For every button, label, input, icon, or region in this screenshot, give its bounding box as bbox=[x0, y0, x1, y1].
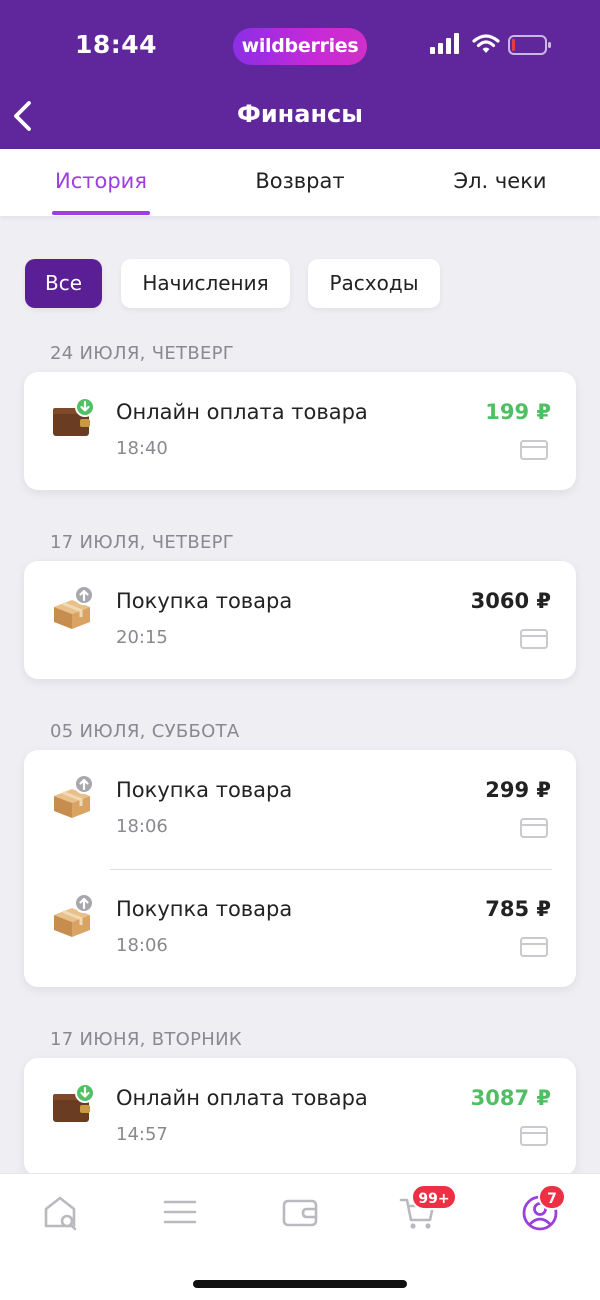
credit-card-icon bbox=[520, 937, 548, 957]
transaction-title: Онлайн оплата товара bbox=[116, 400, 368, 424]
brand-logo: wildberries bbox=[233, 28, 367, 65]
transaction-row[interactable]: Покупка товара 18:06 299 ₽ bbox=[24, 750, 576, 868]
date-header: 05 ИЮЛЯ, СУББОТА bbox=[50, 721, 240, 742]
battery-icon bbox=[508, 35, 551, 55]
transaction-card: Покупка товара 20:15 3060 ₽ bbox=[24, 561, 576, 679]
transaction-amount: 3060 ₽ bbox=[470, 589, 551, 613]
date-header: 17 ИЮНЯ, ВТОРНИК bbox=[50, 1029, 242, 1050]
wallet-download-icon bbox=[53, 1083, 95, 1122]
transaction-time: 18:06 bbox=[116, 935, 168, 956]
transaction-time: 18:06 bbox=[116, 816, 168, 837]
transaction-amount: 785 ₽ bbox=[485, 897, 551, 921]
transaction-amount: 3087 ₽ bbox=[470, 1086, 551, 1110]
transaction-title: Покупка товара bbox=[116, 589, 293, 613]
transaction-title: Покупка товара bbox=[116, 778, 293, 802]
menu-icon[interactable] bbox=[160, 1192, 200, 1232]
filter-expenses[interactable]: Расходы bbox=[308, 259, 440, 308]
transaction-card: Онлайн оплата товара 18:40 199 ₽ bbox=[24, 372, 576, 490]
credit-card-icon bbox=[520, 440, 548, 460]
transaction-time: 18:40 bbox=[116, 438, 168, 459]
credit-card-icon bbox=[520, 629, 548, 649]
transaction-card: Онлайн оплата товара 14:57 3087 ₽ bbox=[24, 1058, 576, 1176]
app-header: 18:44 wildberries Финансы bbox=[0, 0, 600, 149]
credit-card-icon bbox=[520, 818, 548, 838]
credit-card-icon bbox=[520, 1126, 548, 1146]
signal-icon bbox=[430, 33, 459, 54]
filter-all[interactable]: Все bbox=[25, 259, 102, 308]
transaction-row[interactable]: Онлайн оплата товара 14:57 3087 ₽ bbox=[24, 1058, 576, 1176]
wallet-icon[interactable] bbox=[280, 1192, 320, 1232]
tab-bar: История Возврат Эл. чеки bbox=[0, 149, 600, 216]
cart-badge: 99+ bbox=[411, 1184, 457, 1210]
transaction-title: Покупка товара bbox=[116, 897, 293, 921]
wallet-download-icon bbox=[53, 397, 95, 436]
home-search-icon[interactable] bbox=[40, 1192, 80, 1232]
tab-receipts[interactable]: Эл. чеки bbox=[440, 169, 560, 216]
transaction-row[interactable]: Покупка товара 18:06 785 ₽ bbox=[24, 869, 576, 987]
box-upload-icon bbox=[54, 774, 94, 818]
profile-badge: 7 bbox=[538, 1184, 566, 1210]
transaction-amount: 299 ₽ bbox=[485, 778, 551, 802]
tab-history[interactable]: История bbox=[42, 169, 160, 216]
box-upload-icon bbox=[54, 585, 94, 629]
transaction-card: Покупка товара 18:06 299 ₽ Покупка товар… bbox=[24, 750, 576, 987]
tab-returns[interactable]: Возврат bbox=[240, 169, 360, 216]
wifi-icon bbox=[472, 34, 500, 53]
transaction-row[interactable]: Покупка товара 20:15 3060 ₽ bbox=[24, 561, 576, 679]
page-title: Финансы bbox=[237, 100, 363, 128]
transaction-row[interactable]: Онлайн оплата товара 18:40 199 ₽ bbox=[24, 372, 576, 490]
filter-income[interactable]: Начисления bbox=[121, 259, 290, 308]
transaction-time: 14:57 bbox=[116, 1124, 168, 1145]
box-upload-icon bbox=[54, 893, 94, 937]
status-icons bbox=[430, 33, 552, 57]
status-time: 18:44 bbox=[75, 30, 158, 59]
transaction-amount: 199 ₽ bbox=[485, 400, 551, 424]
transaction-time: 20:15 bbox=[116, 627, 168, 648]
date-header: 24 ИЮЛЯ, ЧЕТВЕРГ bbox=[50, 343, 235, 364]
transaction-title: Онлайн оплата товара bbox=[116, 1086, 368, 1110]
date-header: 17 ИЮЛЯ, ЧЕТВЕРГ bbox=[50, 532, 235, 553]
active-tab-indicator bbox=[52, 211, 150, 215]
home-indicator bbox=[193, 1280, 407, 1288]
